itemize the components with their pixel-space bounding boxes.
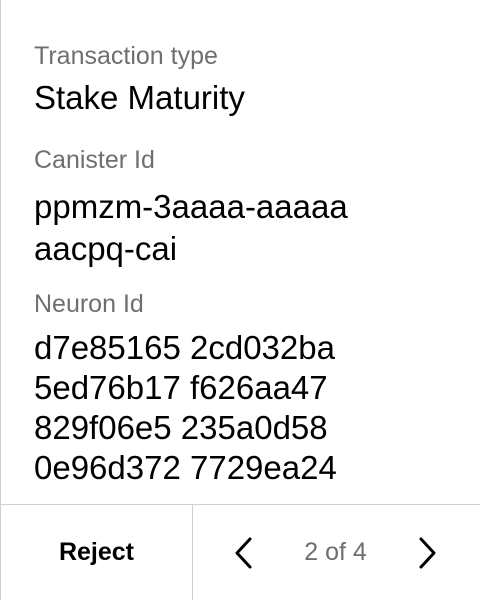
canister-id-value: ppmzm-3aaaa-aaaaa aacpq-cai bbox=[34, 188, 348, 267]
neuron-id-label: Neuron Id bbox=[34, 290, 144, 318]
page-navigator: 2 of 4 bbox=[193, 505, 480, 600]
chevron-right-icon[interactable] bbox=[414, 533, 442, 573]
review-screen: Transaction type Stake Maturity Canister… bbox=[0, 0, 480, 600]
chevron-left-icon[interactable] bbox=[229, 533, 257, 573]
canister-id-label: Canister Id bbox=[34, 146, 155, 174]
neuron-id-field: Neuron Id d7e85165 2cd032ba 5ed76b17 f62… bbox=[34, 288, 455, 488]
canister-id-field: Canister Id ppmzm-3aaaa-aaaaa aacpq-cai bbox=[34, 144, 455, 270]
page-indicator: 2 of 4 bbox=[304, 538, 367, 566]
transaction-type-field: Transaction type Stake Maturity bbox=[34, 40, 455, 118]
neuron-id-value: d7e85165 2cd032ba 5ed76b17 f626aa47 829f… bbox=[34, 329, 337, 486]
transaction-type-label: Transaction type bbox=[34, 42, 218, 70]
reject-button[interactable]: Reject bbox=[1, 505, 193, 600]
action-footer: Reject 2 of 4 bbox=[1, 504, 480, 600]
transaction-type-value: Stake Maturity bbox=[34, 79, 245, 116]
